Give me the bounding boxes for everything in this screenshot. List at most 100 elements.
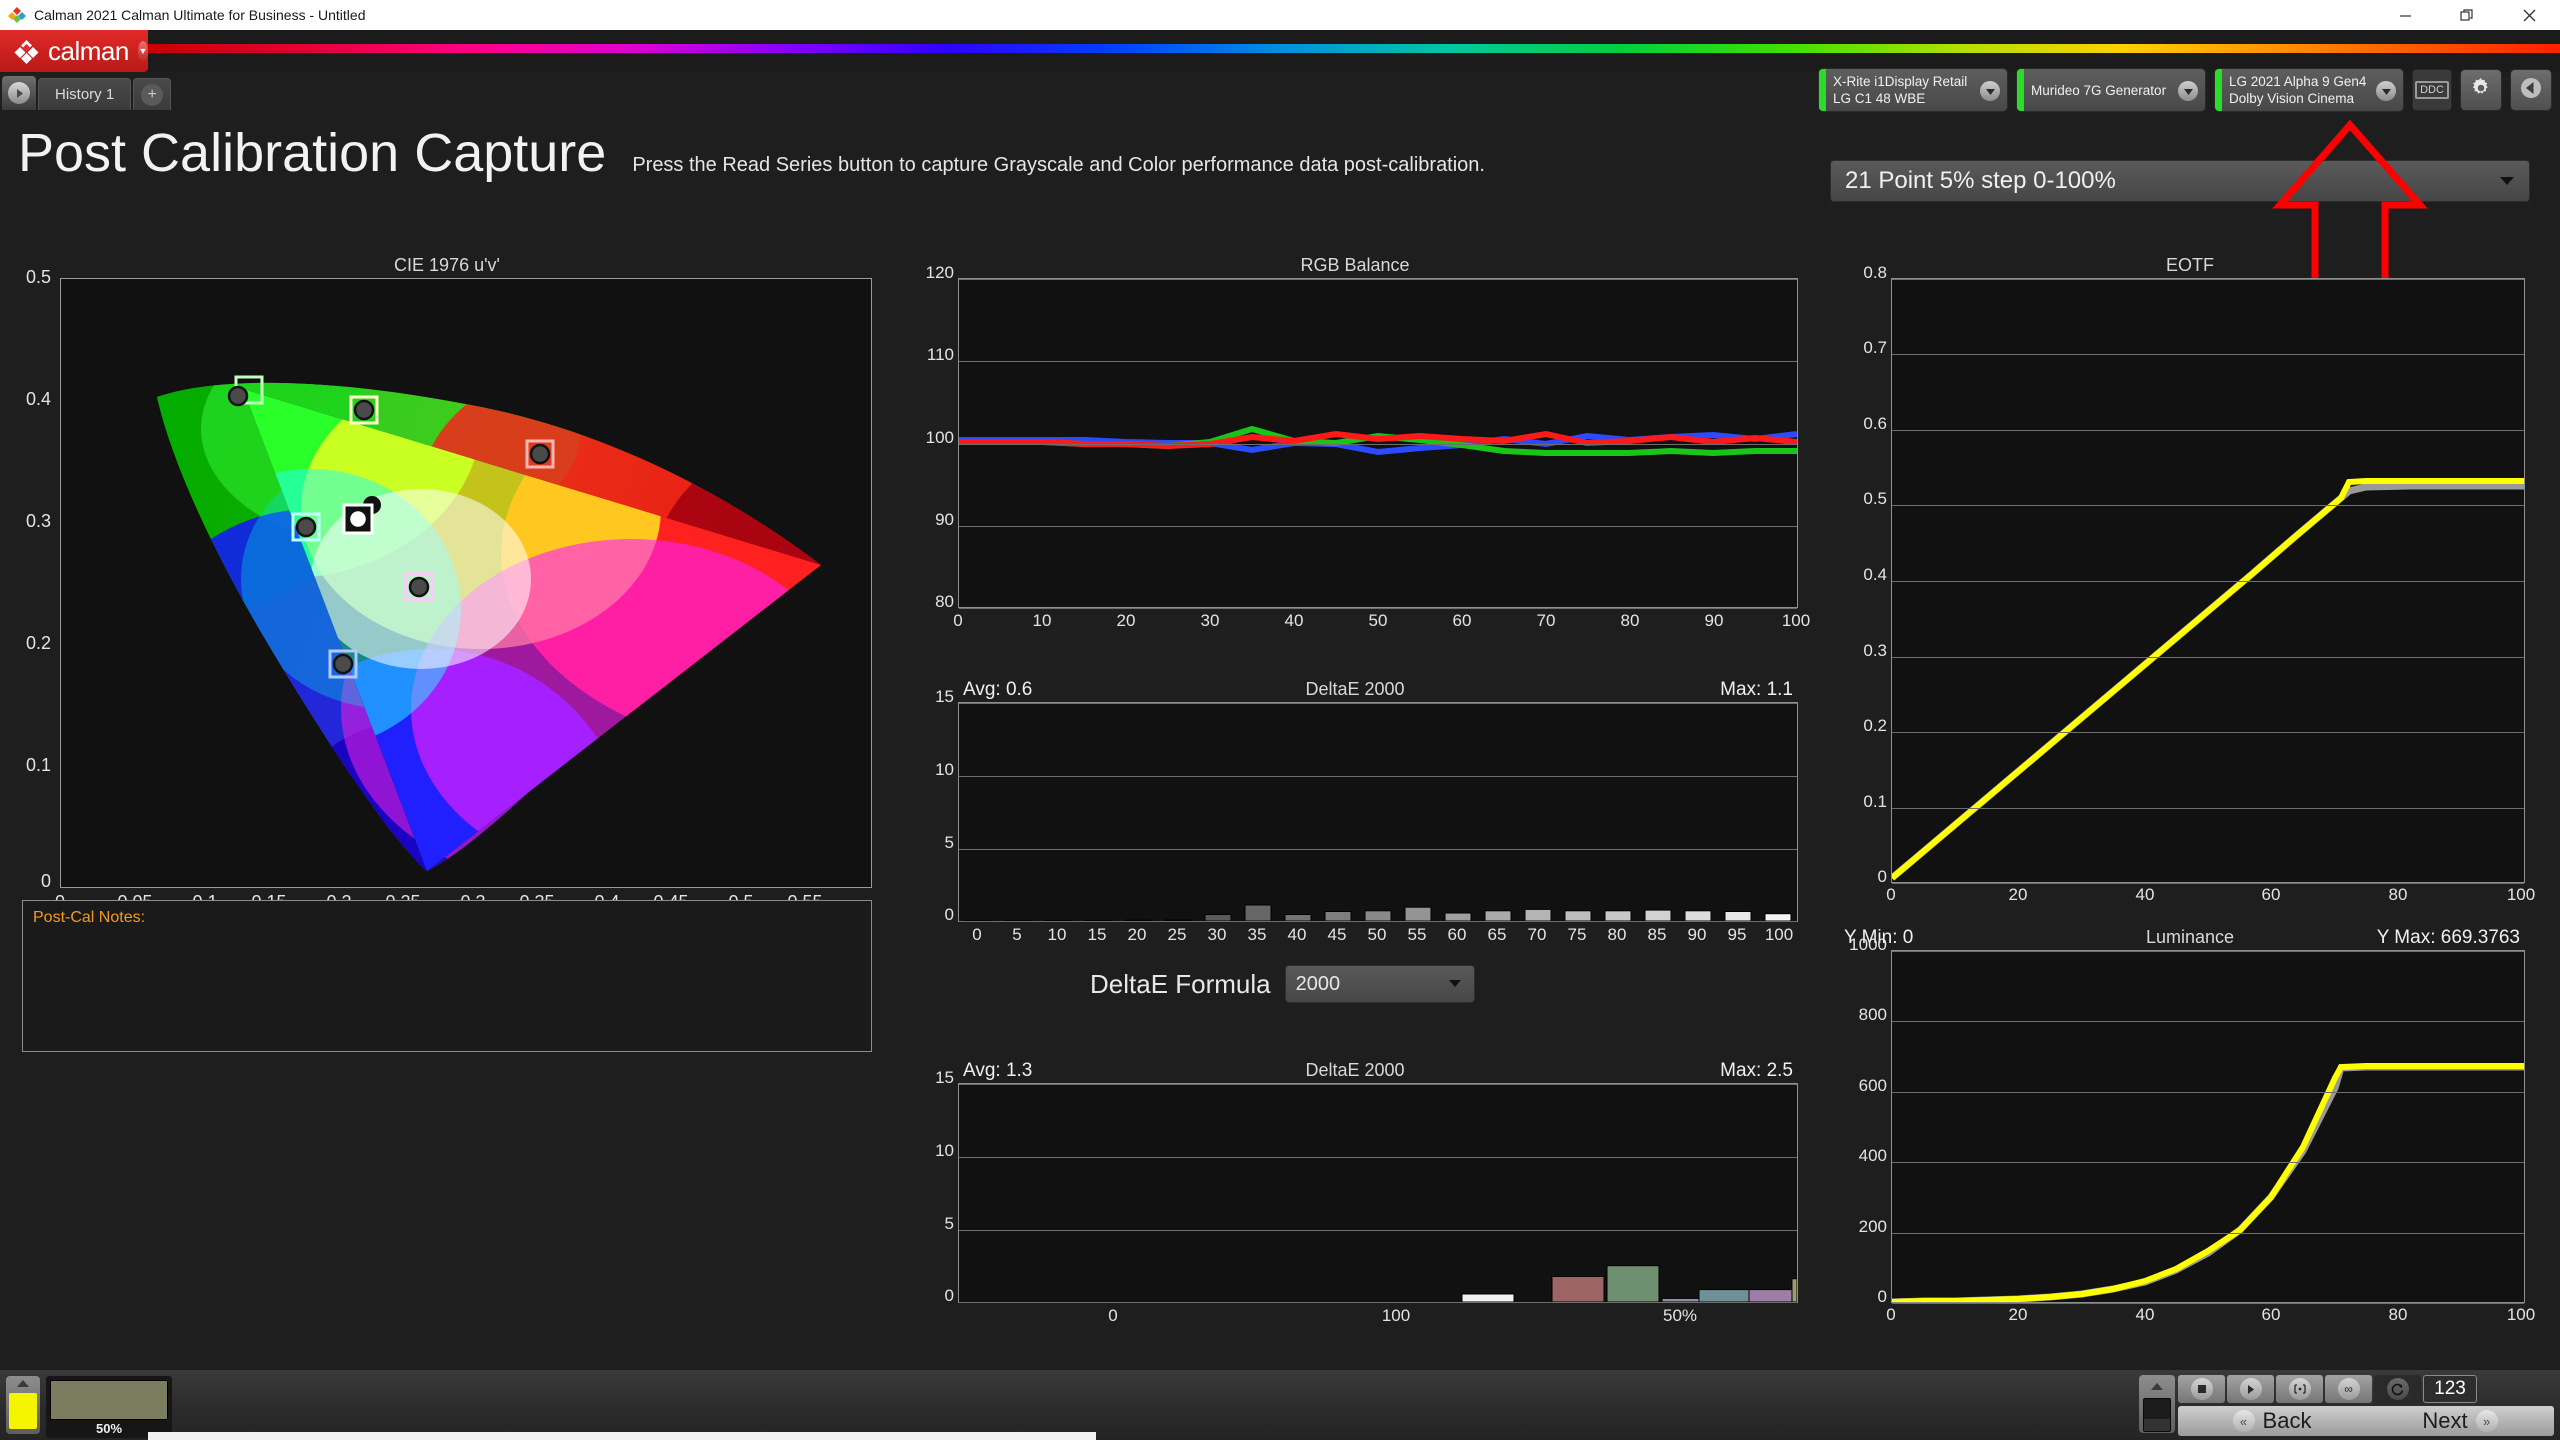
restore-button[interactable]	[2436, 0, 2498, 30]
reading-counter: 123	[2423, 1375, 2477, 1403]
rgb-xtick-90: 90	[1704, 611, 1724, 630]
cd-ytick-0: 0	[944, 1286, 954, 1305]
patch-color-area	[50, 1380, 168, 1420]
deltae-formula-select[interactable]: 2000	[1284, 965, 1475, 1003]
gs-xtick-20: 20	[1127, 925, 1147, 944]
chevron-down-icon[interactable]: ▼	[137, 40, 148, 62]
sidebar-expand-button[interactable]	[2, 76, 36, 110]
settings-button[interactable]	[2460, 69, 2502, 111]
rgb-ytick-120: 120	[925, 263, 954, 282]
calman-menu-button[interactable]: calman ▼	[0, 30, 148, 72]
stop-button[interactable]	[2178, 1375, 2225, 1403]
grayscale-deltae-panel: DeltaE 2000 Avg: 0.6 Max: 1.1 15 10 5 0 …	[910, 679, 1800, 944]
lum-ytick-600: 600	[1858, 1076, 1887, 1095]
chevron-down-icon[interactable]	[2178, 81, 2198, 101]
meter-name: X-Rite i1Display Retail	[1833, 74, 1968, 89]
chevron-right-double-icon: »	[2475, 1410, 2498, 1432]
refresh-button[interactable]	[2374, 1375, 2421, 1403]
display-selector[interactable]: LG 2021 Alpha 9 Gen4 Dolby Vision Cinema	[2214, 68, 2404, 112]
refresh-icon	[2386, 1378, 2409, 1400]
post-cal-notes-field[interactable]: Post-Cal Notes:	[22, 900, 872, 1052]
cie-ytick-0.2: 0.2	[25, 633, 51, 653]
rgb-xtick-100: 100	[1781, 611, 1811, 630]
chevron-down-icon[interactable]	[2376, 81, 2396, 101]
eotf-ytick-0.2: 0.2	[1863, 716, 1887, 735]
eotf-ytick-0: 0	[1877, 867, 1887, 886]
lum-ytick-200: 200	[1858, 1217, 1887, 1236]
rgb-balance-panel: RGB Balance 120 110 100 90 80 0 10 20 30…	[910, 255, 1811, 630]
luminance-panel: Luminance Y Min: 0 Y Max: 669.3763 1000 …	[1835, 927, 2545, 1324]
grayscale-deltae-plot[interactable]: Avg: 0.6 Max: 1.1	[958, 679, 1798, 922]
minimize-button[interactable]	[2374, 0, 2436, 30]
cie-chart-plot[interactable]: 0.5 0.4 0.3 0.2 0.1 0	[26, 267, 872, 891]
add-history-tab-button[interactable]: +	[133, 78, 172, 110]
color-xaxis: 0 100 50%	[958, 1306, 1798, 1330]
rgb-xtick-20: 20	[1116, 611, 1136, 630]
grayscale-xaxis: 0 5 10 15 20 25 30 35 40 45 50 55 60 65 …	[958, 925, 1798, 949]
patch-controls: 50%	[6, 1376, 172, 1438]
play-arrow-icon	[8, 82, 30, 104]
target-button[interactable]	[2276, 1375, 2323, 1403]
device-selector-row: X-Rite i1Display Retail LG C1 48 WBE Mur…	[1818, 68, 2552, 112]
rgb-balance-plot[interactable]	[958, 278, 1798, 609]
eotf-title: EOTF	[2166, 255, 2214, 275]
gs-xtick-70: 70	[1527, 925, 1547, 944]
triangle-up-icon	[16, 1379, 30, 1391]
patch-expand-button[interactable]	[6, 1376, 40, 1434]
next-button[interactable]: Next »	[2366, 1406, 2554, 1436]
gs-xtick-45: 45	[1327, 925, 1347, 944]
brand-name: calman	[48, 35, 129, 66]
source-status-indicator	[2017, 69, 2024, 111]
eotf-xtick-60: 60	[2261, 885, 2281, 904]
chevron-down-icon[interactable]	[1980, 81, 2000, 101]
rgb-ytick-80: 80	[935, 592, 954, 611]
collapse-panel-button[interactable]	[2510, 69, 2552, 111]
display-status-indicator	[2215, 69, 2222, 111]
chevron-down-icon	[2499, 174, 2515, 189]
gs-xtick-40: 40	[1287, 925, 1307, 944]
meter-status-indicator	[1819, 69, 1826, 111]
color-deltae-plot[interactable]: Avg: 1.3 Max: 2.5	[958, 1060, 1798, 1303]
tab-label: History 1	[55, 86, 115, 103]
source-selector[interactable]: Murideo 7G Generator	[2016, 68, 2206, 112]
eotf-ytick-0.7: 0.7	[1863, 338, 1887, 357]
continuous-loop-button[interactable]: ∞	[2325, 1375, 2372, 1403]
cd-xtick-50pct: 50%	[1662, 1306, 1698, 1325]
cd-xtick-100: 100	[1381, 1306, 1411, 1325]
gs-xtick-75: 75	[1567, 925, 1587, 944]
back-button[interactable]: « Back	[2178, 1406, 2366, 1436]
eotf-xaxis: 0 20 40 60 80 100	[1886, 885, 2535, 909]
meter-selector[interactable]: X-Rite i1Display Retail LG C1 48 WBE	[1818, 68, 2008, 112]
page-title: Post Calibration Capture	[18, 123, 607, 183]
eotf-ytick-0.6: 0.6	[1863, 414, 1887, 433]
eotf-ytick-0.3: 0.3	[1863, 641, 1887, 660]
bottom-toolbar: 50% ∞ 123 « Back Next »	[0, 1370, 2560, 1440]
gs-xtick-60: 60	[1447, 925, 1467, 944]
cd-ytick-10: 10	[935, 1141, 954, 1160]
close-button[interactable]	[2498, 0, 2560, 30]
current-color-swatch	[9, 1393, 37, 1429]
display-preview-button[interactable]	[2139, 1375, 2175, 1433]
ddc-button[interactable]: DDC	[2412, 69, 2452, 111]
eotf-xtick-0: 0	[1886, 885, 1896, 904]
eotf-plot[interactable]	[1891, 278, 2525, 884]
rgb-xtick-40: 40	[1284, 611, 1304, 630]
window-controls	[2374, 0, 2560, 30]
eotf-ytick-0.4: 0.4	[1863, 565, 1887, 584]
rgb-balance-title: RGB Balance	[1300, 255, 1410, 275]
luminance-plot[interactable]: Y Min: 0 Y Max: 669.3763	[1844, 927, 2525, 1304]
next-label: Next	[2422, 1408, 2468, 1433]
cd-xtick-0: 0	[1108, 1306, 1118, 1325]
display-detail: Dolby Vision Cinema	[2229, 91, 2355, 106]
lum-xtick-80: 80	[2388, 1305, 2408, 1324]
patch-preview[interactable]: 50%	[46, 1376, 172, 1438]
sidebar-item-history-1[interactable]: History 1	[38, 78, 132, 110]
read-continuous-button[interactable]	[2227, 1375, 2274, 1403]
lum-ytick-1000: 1000	[1849, 935, 1887, 954]
gs-ytick-10: 10	[935, 760, 954, 779]
color-deltae-panel: DeltaE 2000 Avg: 1.3 Max: 2.5 15 10 5 0 …	[910, 1060, 1800, 1325]
gs-xtick-50: 50	[1367, 925, 1387, 944]
eotf-ytick-0.8: 0.8	[1863, 263, 1887, 282]
step-pattern-selector[interactable]: 21 Point 5% step 0-100%	[1830, 160, 2530, 202]
lum-xtick-0: 0	[1886, 1305, 1896, 1324]
